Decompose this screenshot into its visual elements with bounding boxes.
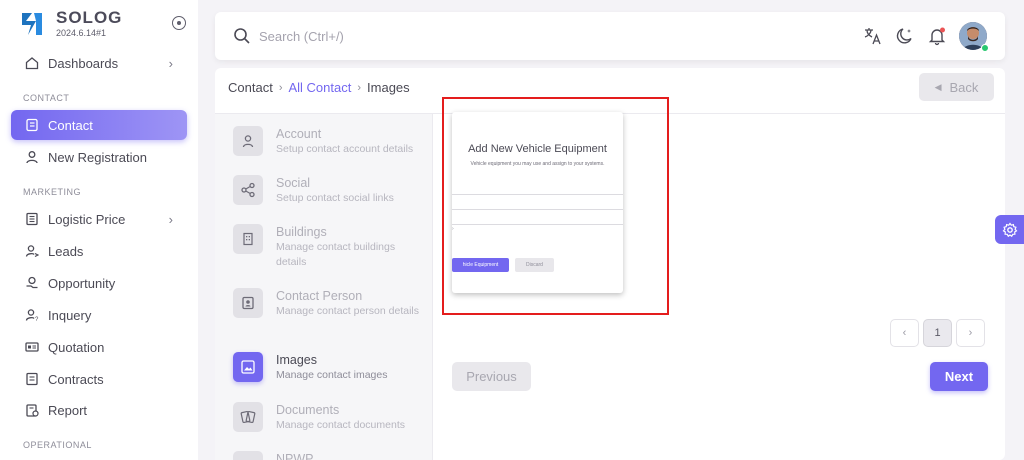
sidebar-item-quotation[interactable]: Quotation [11,332,187,362]
brand-name: SOLOG [56,8,123,27]
sidebar-item-report[interactable]: Report [11,395,187,425]
sidebar: SOLOG 2024.6.14#1 Dashboards › CONTACT C… [0,0,198,460]
step-account[interactable]: Account Setup contact account details [233,126,421,157]
settings-gear-icon[interactable] [995,215,1024,244]
pagination-prev[interactable]: ‹ [890,319,919,347]
sidebar-toggle-icon[interactable] [172,16,186,30]
next-button[interactable]: Next [930,362,988,391]
user-arrow-icon [24,243,40,259]
chevron-right-icon: › [278,81,283,94]
step-images[interactable]: Images Manage contact images [233,352,421,383]
arrow-left-icon: ◀ [934,81,942,92]
breadcrumb: Contact › All Contact › Images [228,80,410,95]
section-label-contact: CONTACT [23,93,70,103]
step-title: Contact Person [276,289,363,303]
top-navbar [215,12,1005,60]
image-icon [233,352,263,382]
sidebar-item-label: Opportunity [48,275,116,291]
sidebar-item-logistic-price[interactable]: Logistic Price › [11,204,187,234]
notification-bell-icon[interactable] [927,26,947,46]
sidebar-item-new-registration[interactable]: New Registration [11,142,187,172]
breadcrumb-link[interactable]: All Contact [288,80,351,95]
sidebar-item-label: New Registration [48,149,147,165]
step-title: Social [276,176,311,190]
step-desc: Manage contact buildings details [276,241,396,268]
building-icon [233,224,263,254]
sidebar-item-label: Contact [48,117,93,133]
user-icon [24,149,40,165]
sidebar-item-label: Report [48,402,88,418]
npwp-icon [233,451,263,460]
step-documents[interactable]: Documents Manage contact documents [233,402,421,433]
sidebar-item-leads[interactable]: Leads [11,236,187,266]
sidebar-item-contact[interactable]: Contact [11,110,187,140]
dark-mode-icon[interactable] [895,26,915,46]
sidebar-item-label: Dashboards [48,55,119,71]
wizard-steps: Account Setup contact account details So… [215,114,433,460]
breadcrumb-current: Images [367,80,410,95]
step-title: Images [276,353,317,367]
brand-version: 2024.6.14#1 [56,28,107,38]
step-desc: Manage contact documents [276,419,405,431]
step-desc: Manage contact images [276,369,388,381]
svg-text:?: ? [35,317,39,322]
share-icon [233,175,263,205]
sidebar-item-dashboards[interactable]: Dashboards › [11,48,187,78]
contact-icon [24,117,40,133]
sidebar-item-label: Logistic Price [48,211,126,227]
step-desc: Manage contact person details [276,305,420,317]
sidebar-item-label: Leads [48,243,84,259]
step-desc: Setup contact social links [276,192,394,204]
pagination-next[interactable]: › [956,319,985,347]
highlight-box [442,97,669,315]
logo-icon [18,9,46,39]
report-icon [24,402,40,418]
user-icon [233,126,263,156]
sidebar-item-inquery[interactable]: ? Inquery [11,300,187,330]
contact-card-icon [233,288,263,318]
section-label-marketing: MARKETING [23,187,82,197]
step-desc: Setup contact account details [276,143,414,155]
home-icon [24,55,40,71]
section-label-operational: OPERATIONAL [23,440,92,450]
previous-button[interactable]: Previous [452,362,531,391]
search-icon[interactable] [233,27,251,50]
step-buildings[interactable]: Buildings Manage contact buildings detai… [233,224,421,270]
document-icon [24,371,40,387]
chevron-right-icon: › [168,56,173,71]
list-icon [24,211,40,227]
brand[interactable]: SOLOG 2024.6.14#1 [18,9,122,39]
step-title: Documents [276,403,340,417]
step-title: Account [276,127,322,141]
step-contact-person[interactable]: Contact Person Manage contact person det… [233,288,421,319]
back-button-label: Back [949,79,979,95]
translate-icon[interactable] [863,26,883,46]
sidebar-item-label: Quotation [48,339,105,355]
step-title: Buildings [276,225,327,239]
sidebar-item-opportunity[interactable]: Opportunity [11,268,187,298]
step-title: NPWP [276,452,314,460]
user-question-icon: ? [24,307,40,323]
coin-hand-icon [24,275,40,291]
sidebar-item-label: Inquery [48,307,92,323]
search-input[interactable] [259,26,559,46]
online-status-dot [981,44,989,52]
pagination-page[interactable]: 1 [923,319,952,347]
step-social[interactable]: Social Setup contact social links [233,175,421,206]
sidebar-item-contracts[interactable]: Contracts [11,364,187,394]
id-card-icon [24,339,40,355]
back-button[interactable]: ◀ Back [919,73,994,101]
chevron-right-icon: › [357,81,362,94]
chevron-right-icon: › [168,212,173,227]
main-card: Contact › All Contact › Images ◀ Back Ac… [215,68,1005,460]
sidebar-item-label: Contracts [48,371,104,387]
step-npwp[interactable]: NPWP [233,451,421,460]
breadcrumb-root[interactable]: Contact [228,80,273,95]
documents-icon [233,402,263,432]
